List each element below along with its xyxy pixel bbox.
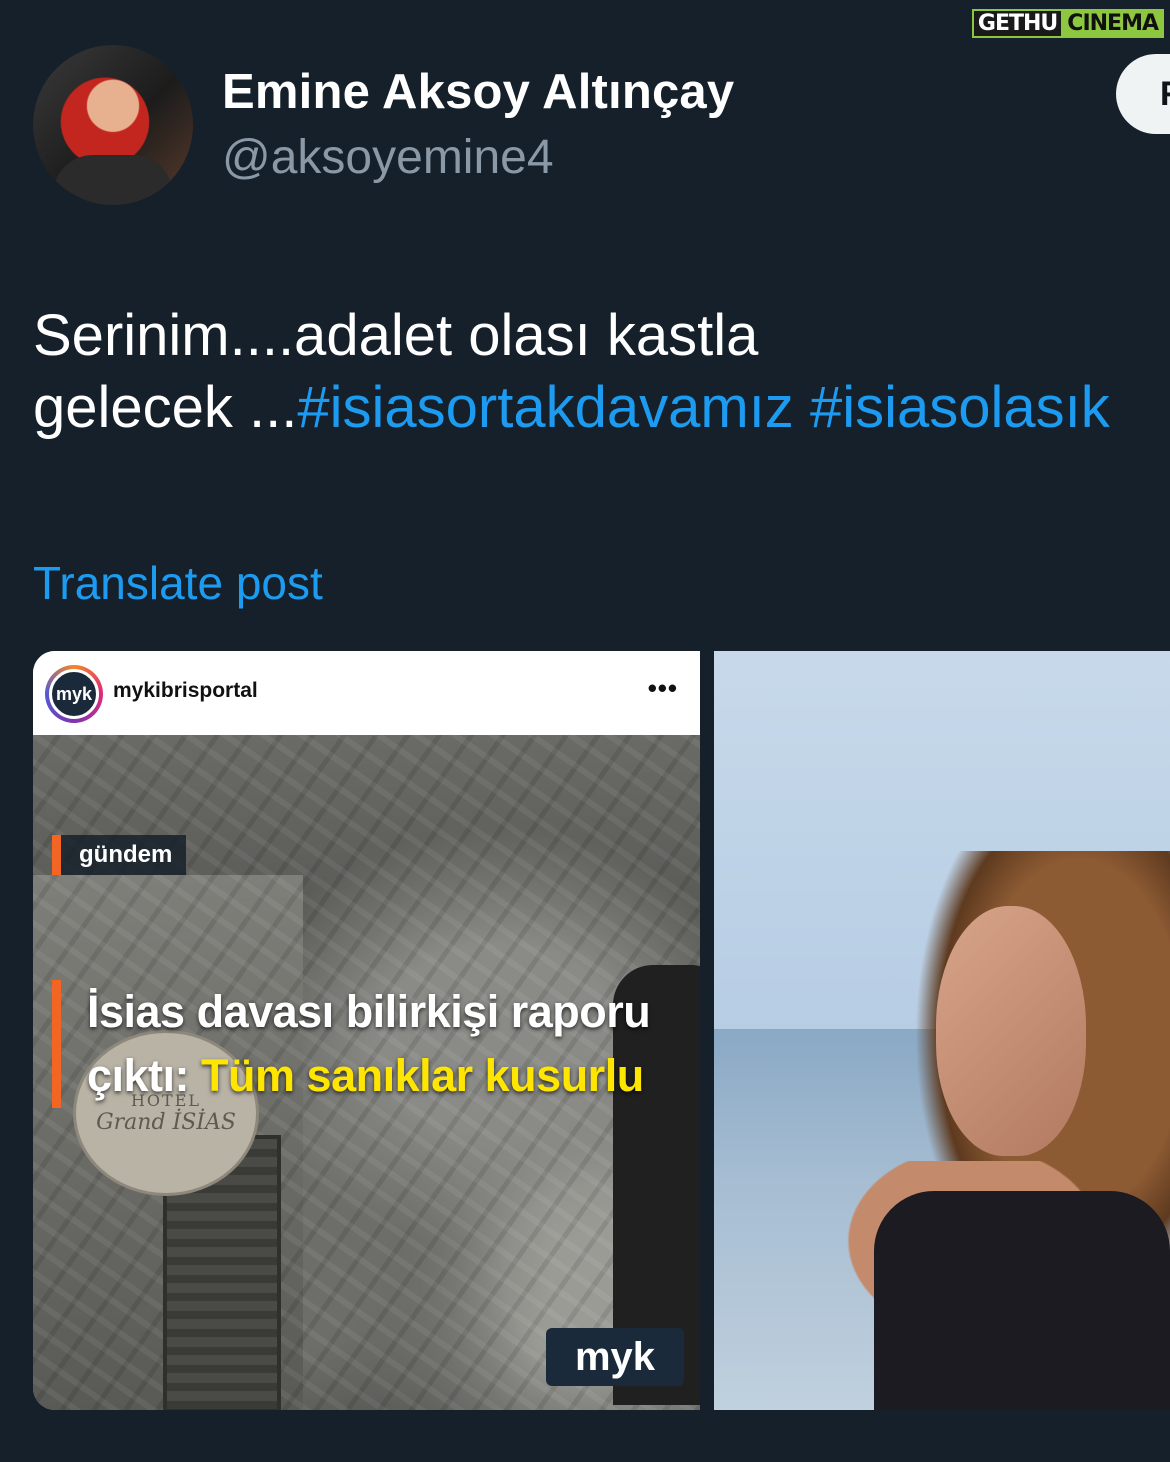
media-grid: myk mykibrisportal ••• HOTEL Grand İSİAS…	[33, 651, 1170, 1410]
myk-logo: myk	[546, 1328, 684, 1386]
watermark: GETHU CINEMA	[971, 8, 1164, 38]
headline-highlight: Tüm sanıklar kusurlu	[201, 1050, 644, 1101]
translate-post-link[interactable]: Translate post	[33, 556, 323, 610]
instagram-account-name: mykibrisportal	[113, 679, 258, 702]
headline-line1: İsias davası bilirkişi raporu	[87, 986, 651, 1037]
instagram-post-header: myk mykibrisportal •••	[33, 651, 700, 735]
avatar-shirt	[53, 155, 173, 205]
face-shape	[936, 906, 1086, 1156]
watermark-part2: CINEMA	[1061, 8, 1164, 38]
tweet-line-2-prefix: gelecek ...	[33, 375, 298, 440]
news-headline: İsias davası bilirkişi raporu çıktı: Tüm…	[52, 980, 700, 1108]
instagram-avatar-text: myk	[49, 669, 99, 719]
clothing-shape	[874, 1191, 1170, 1410]
tweet-line-1: Serinim....adalet olası kastla	[33, 303, 759, 368]
media-image-right[interactable]	[714, 651, 1170, 1410]
hashtag-link-2[interactable]: #isiasolasık	[810, 375, 1110, 440]
media-image-left[interactable]: myk mykibrisportal ••• HOTEL Grand İSİAS…	[33, 651, 700, 1410]
tweet-text: Serinim....adalet olası kastla gelecek .…	[33, 300, 1170, 444]
headline-line2: çıktı: Tüm sanıklar kusurlu	[87, 1044, 700, 1108]
rubble-photo: HOTEL Grand İSİAS gündem İsias davası bi…	[33, 735, 700, 1410]
category-badge: gündem	[52, 835, 187, 875]
hashtag-link-1[interactable]: #isiasortakdavamız	[297, 375, 793, 440]
instagram-avatar: myk	[45, 665, 103, 723]
more-options-icon: •••	[647, 673, 678, 703]
follow-button[interactable]: F	[1116, 54, 1170, 134]
author-handle[interactable]: @aksoyemine4	[222, 130, 554, 185]
author-avatar[interactable]	[33, 45, 193, 205]
headline-line2-prefix: çıktı:	[87, 1050, 202, 1101]
tweet-line-2: gelecek ...#isiasortakdavamız #isiasolas…	[33, 372, 1170, 444]
hotel-sign-line2: Grand İSİAS	[96, 1110, 236, 1135]
watermark-part1: GETHU	[971, 8, 1062, 38]
author-name[interactable]: Emine Aksoy Altınçay	[222, 64, 734, 120]
follow-button-label: F	[1160, 75, 1170, 114]
